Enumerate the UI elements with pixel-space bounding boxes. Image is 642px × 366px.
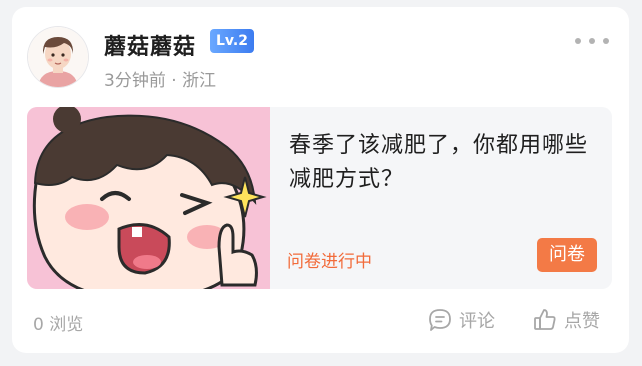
username[interactable]: 蘑菇蘑菇 <box>104 29 196 61</box>
avatar[interactable] <box>28 27 88 87</box>
more-icon[interactable] <box>575 31 609 51</box>
comment-button[interactable]: 评论 <box>427 307 495 333</box>
survey-status: 问卷进行中 <box>287 252 372 272</box>
survey-tag-button[interactable]: 问卷 <box>537 238 597 272</box>
post-thumbnail <box>27 107 270 289</box>
comment-label: 评论 <box>459 311 495 332</box>
post-card[interactable]: 蘑菇蘑菇 Lv.2 3分钟前 · 浙江 春季了该减肥了，你都用哪些减肥方式？ 问… <box>12 7 629 353</box>
comment-icon <box>429 309 451 331</box>
view-count: 0 浏览 <box>33 315 84 335</box>
post-meta: 3分钟前 · 浙江 <box>104 71 217 91</box>
like-button[interactable]: 点赞 <box>532 307 600 333</box>
post-content[interactable]: 春季了该减肥了，你都用哪些减肥方式？ 问卷进行中 问卷 <box>27 107 612 289</box>
like-icon <box>534 309 556 330</box>
post-title[interactable]: 春季了该减肥了，你都用哪些减肥方式？ <box>289 129 599 197</box>
like-label: 点赞 <box>564 311 600 332</box>
level-badge: Lv.2 <box>210 29 254 53</box>
